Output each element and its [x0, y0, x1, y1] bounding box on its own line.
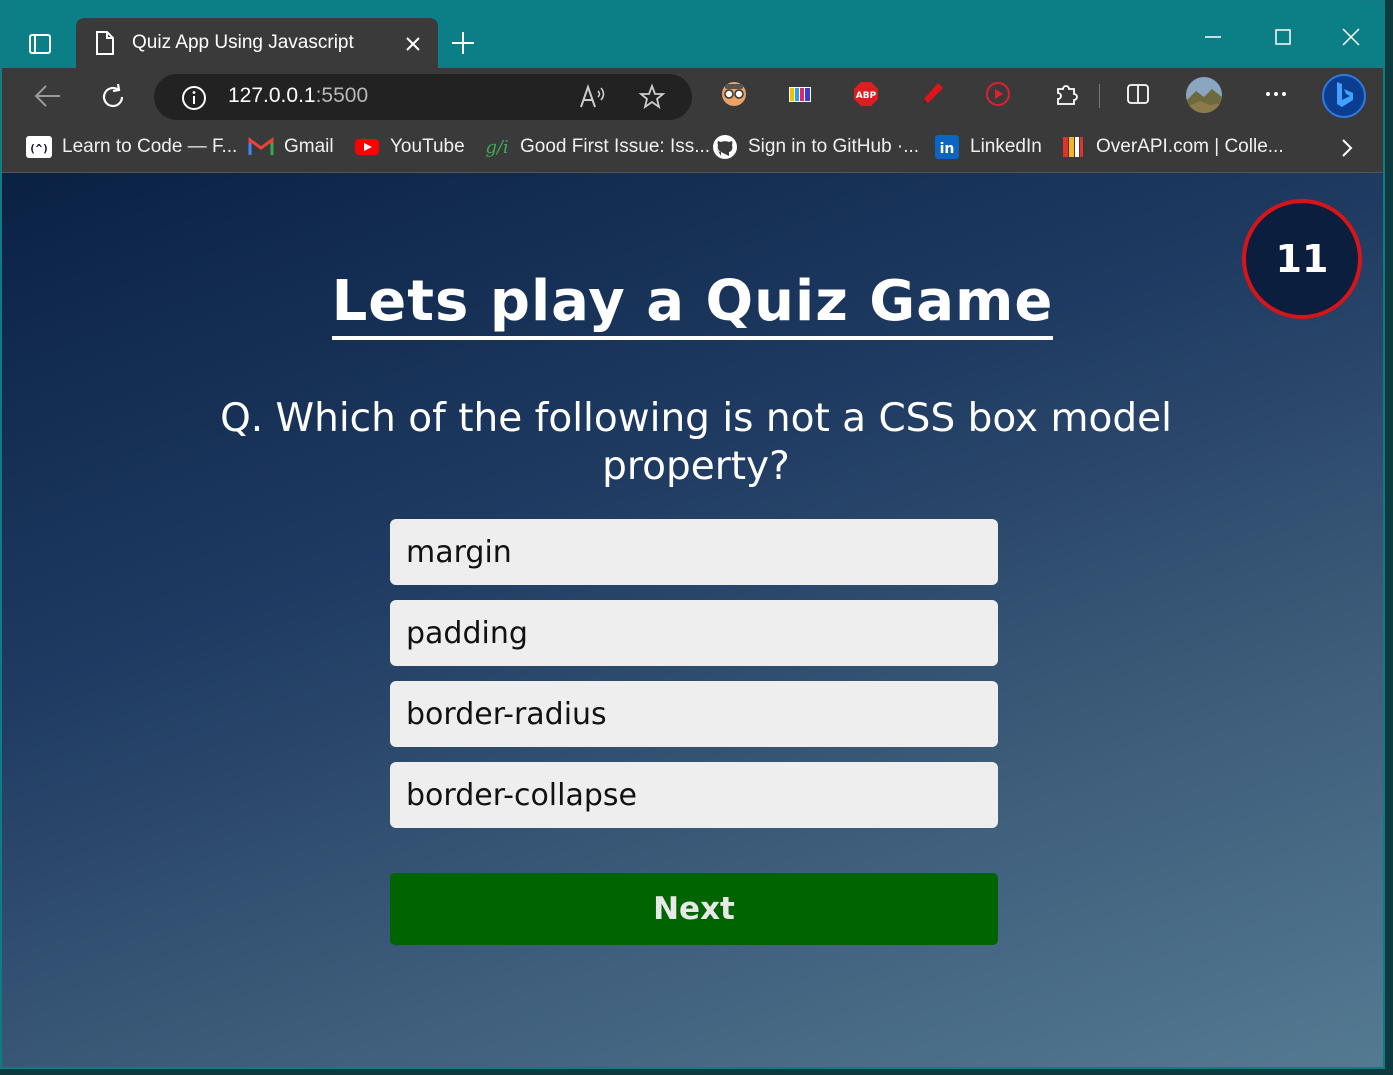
extensions-puzzle-icon[interactable]: [1052, 80, 1080, 108]
bookmark-label: Gmail: [284, 136, 334, 157]
more-options-icon[interactable]: [1262, 80, 1290, 108]
url-port: :5500: [315, 84, 369, 107]
back-arrow-icon[interactable]: [32, 82, 62, 110]
browser-window: Quiz App Using Javascript 127.0.0.1:5500…: [0, 0, 1385, 1069]
bookmarks-bar: (^) Learn to Code — F... Gmail YouTube g…: [2, 124, 1383, 173]
linkedin-icon: in: [934, 134, 960, 160]
bookmark-label: Sign in to GitHub ·...: [748, 136, 920, 157]
quiz-page: 11 Lets play a Quiz Game Q. Which of the…: [2, 173, 1383, 1067]
gfi-icon: g/i: [485, 136, 509, 158]
page-title-wrapper: Lets play a Quiz Game: [2, 269, 1383, 340]
answer-list: margin padding border-radius border-coll…: [390, 519, 998, 843]
site-info-icon[interactable]: [180, 84, 208, 112]
bookmark-youtube[interactable]: YouTube: [354, 134, 465, 160]
address-bar[interactable]: 127.0.0.1:5500: [154, 74, 692, 120]
tab-bar: Quiz App Using Javascript: [2, 2, 1383, 68]
read-aloud-icon[interactable]: [578, 83, 608, 111]
refresh-icon[interactable]: [98, 82, 128, 112]
bookmark-label: YouTube: [390, 136, 465, 157]
next-button[interactable]: Next: [390, 873, 998, 945]
minimize-icon[interactable]: [1202, 26, 1224, 48]
answer-option[interactable]: border-radius: [390, 681, 998, 747]
bookmark-overapi[interactable]: OverAPI.com | Colle...: [1060, 134, 1284, 160]
url-text: 127.0.0.1:5500: [228, 84, 368, 108]
color-bars-extension-icon[interactable]: [786, 80, 814, 108]
answer-option[interactable]: margin: [390, 519, 998, 585]
svg-text:(^): (^): [29, 142, 49, 155]
bookmark-label: Learn to Code — F...: [62, 136, 238, 157]
page-title: Lets play a Quiz Game: [331, 269, 1054, 340]
profile-avatar[interactable]: [1186, 77, 1222, 113]
github-icon: [712, 134, 738, 160]
question-text: Q. Which of the following is not a CSS b…: [220, 396, 1172, 489]
bookmark-gmail[interactable]: Gmail: [248, 134, 334, 160]
bing-copilot-icon[interactable]: [1320, 72, 1368, 120]
favorite-star-icon[interactable]: [638, 83, 666, 111]
bookmark-github[interactable]: Sign in to GitHub ·...: [712, 134, 919, 160]
bookmark-linkedin[interactable]: in LinkedIn: [934, 134, 1042, 160]
bookmark-label: OverAPI.com | Colle...: [1096, 136, 1284, 157]
maximize-icon[interactable]: [1272, 26, 1294, 48]
url-host: 127.0.0.1: [228, 84, 316, 107]
pen-extension-icon[interactable]: [918, 80, 946, 108]
split-screen-icon[interactable]: [1124, 80, 1152, 108]
svg-text:ABP: ABP: [856, 91, 877, 101]
bookmark-label: LinkedIn: [970, 136, 1042, 157]
tab-actions-icon[interactable]: [20, 24, 60, 64]
browser-toolbar: 127.0.0.1:5500 ABP: [2, 68, 1383, 124]
bookmark-freecodecamp[interactable]: (^) Learn to Code — F...: [26, 134, 237, 160]
toolbar-divider: [1099, 84, 1100, 108]
svg-text:in: in: [940, 141, 955, 157]
bookmark-label: Good First Issue: Iss...: [520, 136, 711, 157]
active-tab[interactable]: Quiz App Using Javascript: [76, 18, 438, 68]
answer-option[interactable]: padding: [390, 600, 998, 666]
adblock-plus-icon[interactable]: ABP: [852, 80, 880, 108]
freecodecamp-icon: (^): [26, 134, 52, 160]
bookmark-good-first-issue[interactable]: g/i Good First Issue: Iss...: [484, 134, 710, 160]
answer-option[interactable]: border-collapse: [390, 762, 998, 828]
close-tab-icon[interactable]: [404, 32, 422, 54]
new-tab-icon[interactable]: [450, 30, 476, 56]
record-extension-icon[interactable]: [984, 80, 1012, 108]
gmail-icon: [248, 134, 274, 160]
chevron-right-icon[interactable]: [1339, 136, 1355, 160]
close-window-icon[interactable]: [1340, 26, 1362, 48]
extension-face-icon[interactable]: [720, 80, 748, 108]
tab-title: Quiz App Using Javascript: [132, 32, 354, 53]
overapi-icon: [1060, 134, 1086, 160]
youtube-icon: [354, 134, 380, 160]
page-icon: [96, 31, 114, 55]
